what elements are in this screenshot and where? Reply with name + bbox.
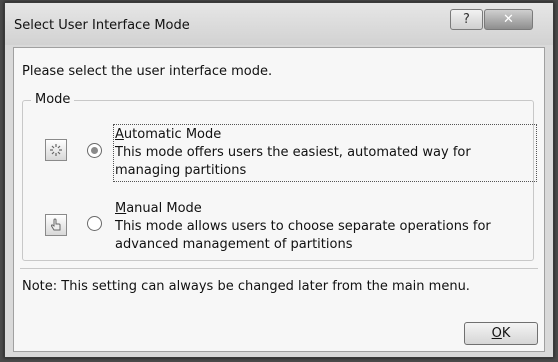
- mode-group-label: Mode: [31, 92, 75, 107]
- hand-pointer-icon-graphic: [50, 218, 61, 231]
- prompt-text: Please select the user interface mode.: [22, 64, 273, 79]
- manual-mode-radio[interactable]: [87, 216, 102, 231]
- manual-mode-label-rest: anual Mode: [126, 201, 202, 216]
- divider: [20, 268, 538, 269]
- automatic-mode-label: Automatic Mode: [115, 126, 535, 144]
- help-button[interactable]: ?: [450, 9, 483, 30]
- manual-mode-access-key: M: [115, 201, 127, 216]
- close-icon: ✕: [503, 12, 514, 27]
- help-icon: ?: [463, 12, 470, 27]
- ok-label-rest: K: [501, 326, 511, 341]
- automatic-mode-label-rest: utomatic Mode: [123, 127, 222, 142]
- close-button[interactable]: ✕: [484, 9, 533, 30]
- dialog-window: Select User Interface Mode ? ✕ Please se…: [4, 2, 554, 358]
- title-bar[interactable]: Select User Interface Mode ? ✕: [5, 3, 553, 45]
- mode-groupbox: Mode Automatic Mode This mode offers use…: [22, 92, 537, 261]
- manual-mode-option[interactable]: Manual Mode This mode allows users to ch…: [115, 200, 535, 254]
- manual-mode-description: This mode allows users to choose separat…: [115, 219, 491, 252]
- sparkle-icon: [45, 139, 67, 161]
- automatic-mode-radio[interactable]: [87, 143, 102, 158]
- note-text: Note: This setting can always be changed…: [22, 279, 470, 294]
- automatic-mode-description: This mode offers users the easiest, auto…: [115, 145, 471, 178]
- ok-button-label: OK: [492, 326, 511, 341]
- manual-mode-label: Manual Mode: [115, 200, 535, 218]
- ok-access-key: O: [491, 326, 502, 341]
- automatic-mode-option[interactable]: Automatic Mode This mode offers users th…: [113, 124, 537, 182]
- automatic-mode-access-key: A: [115, 127, 124, 142]
- dialog-content: Please select the user interface mode. M…: [13, 47, 545, 352]
- hand-pointer-icon: [45, 214, 67, 236]
- sparkle-icon-graphic: [50, 144, 62, 156]
- window-title: Select User Interface Mode: [14, 18, 190, 33]
- ok-button[interactable]: OK: [464, 322, 538, 345]
